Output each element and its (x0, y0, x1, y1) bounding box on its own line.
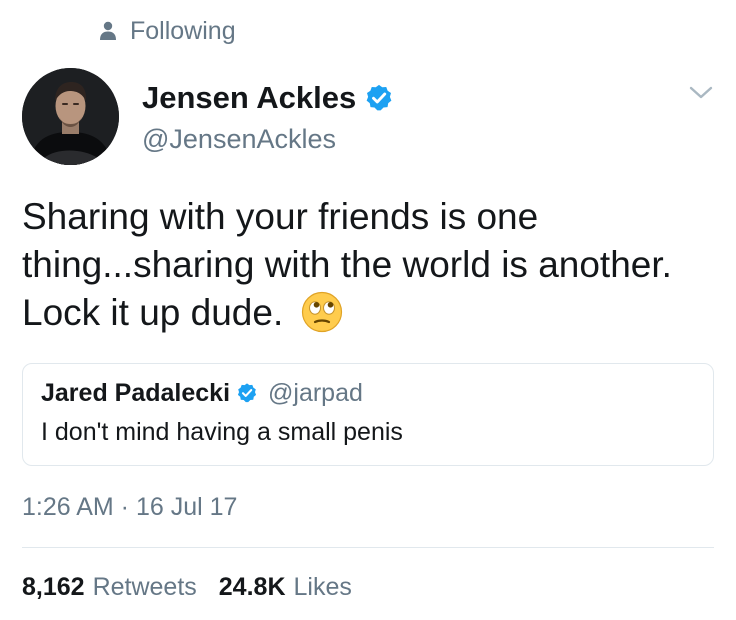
divider (22, 547, 714, 548)
following-indicator[interactable]: Following (100, 16, 236, 46)
tweet-body: Sharing with your friends is one thing..… (22, 193, 712, 337)
verified-badge-icon (237, 383, 257, 403)
retweets-stat[interactable]: 8,162 Retweets (22, 573, 197, 602)
author-handle[interactable]: @JensenAckles (142, 124, 394, 155)
rolling-eyes-emoji-icon (302, 291, 343, 333)
engagement-stats: 8,162 Retweets 24.8K Likes (22, 573, 352, 602)
tweet-text: Sharing with your friends is one thing..… (22, 196, 672, 333)
person-icon (100, 21, 116, 40)
verified-badge-icon (366, 84, 392, 111)
author-info: Jensen Ackles @JensenAckles (142, 78, 394, 155)
author-display-name[interactable]: Jensen Ackles (142, 80, 356, 116)
retweets-label: Retweets (92, 573, 197, 601)
likes-label: Likes (293, 573, 352, 601)
likes-stat[interactable]: 24.8K Likes (219, 573, 352, 602)
quoted-display-name: Jared Padalecki (41, 378, 231, 407)
retweets-count: 8,162 (22, 573, 85, 601)
quoted-tweet-card[interactable]: Jared Padalecki @jarpad I don't mind hav… (22, 363, 714, 466)
tweet-detail: Following Jensen Ackles @JensenAckles Sh… (0, 0, 736, 620)
tweet-timestamp[interactable]: 1:26 AM · 16 Jul 17 (22, 493, 237, 522)
avatar-photo (22, 68, 119, 165)
avatar[interactable] (22, 68, 119, 165)
quoted-handle: @jarpad (268, 378, 363, 407)
likes-count: 24.8K (218, 573, 286, 601)
chevron-down-icon[interactable] (688, 82, 714, 104)
quoted-tweet-text: I don't mind having a small penis (41, 418, 403, 446)
following-label: Following (130, 16, 236, 45)
